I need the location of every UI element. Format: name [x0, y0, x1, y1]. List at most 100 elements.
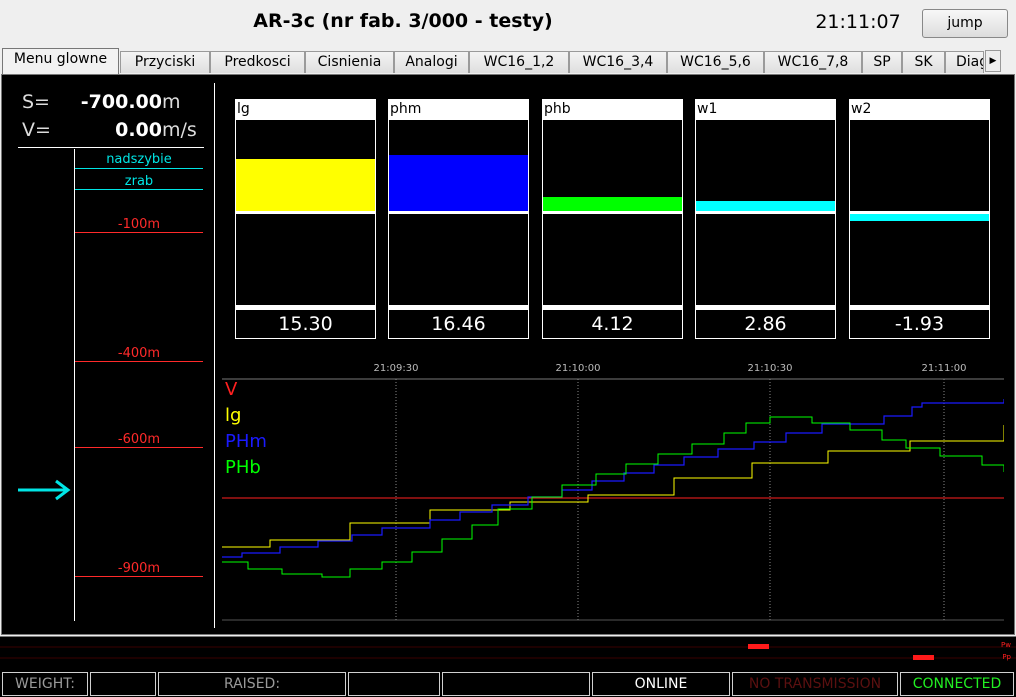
legend-phm: PHm — [225, 431, 267, 452]
s-row: S= -700.00 m — [22, 91, 202, 117]
series-phm-line — [222, 399, 1005, 558]
gauge-phm: phm 16.46 — [388, 99, 529, 339]
gauge-zero-line — [543, 211, 682, 214]
v-label: V= — [22, 119, 51, 141]
level-label: zrab — [124, 174, 154, 189]
series-lg-line — [222, 425, 1005, 548]
level-line — [75, 361, 203, 362]
gauge-label: w1 — [695, 99, 836, 120]
gauge-label: lg — [235, 99, 376, 120]
gauge-label: w2 — [849, 99, 990, 120]
tab-wc16-5-6[interactable]: WC16_5,6 — [667, 51, 764, 73]
gauge-body — [542, 120, 683, 309]
gauge-fill — [236, 159, 375, 211]
chart-x-tick-label: 21:10:00 — [556, 363, 601, 374]
gauge-value: -1.93 — [849, 309, 990, 339]
tab-wc16-1-2[interactable]: WC16_1,2 — [469, 51, 569, 73]
gauge-value: 16.46 — [388, 309, 529, 339]
level-line — [75, 576, 203, 577]
cage-position-arrow-icon — [16, 479, 72, 505]
s-unit: m — [162, 91, 181, 113]
weight-label: WEIGHT: — [2, 672, 88, 696]
level-label: nadszybie — [106, 152, 172, 167]
connected-indicator: CONNECTED — [900, 672, 1014, 696]
series-phb-line — [222, 416, 1005, 578]
v-unit: m/s — [162, 119, 197, 141]
gauge-w1: w1 2.86 — [695, 99, 836, 339]
gauge-lg: lg 15.30 — [235, 99, 376, 339]
level-label: -100m — [117, 217, 161, 232]
tab-wc16-3-4[interactable]: WC16_3,4 — [569, 51, 667, 73]
status-bar: WEIGHT: RAISED: ONLINE NO TRANSMISSION C… — [0, 671, 1016, 697]
gauge-zero-line — [850, 211, 989, 214]
gauge-body — [695, 120, 836, 309]
tab-cisnienia[interactable]: Cisnienia — [305, 51, 394, 73]
status-spacer — [442, 672, 590, 696]
tab-diagn[interactable]: Diagn — [945, 51, 984, 73]
tab-sk[interactable]: SK — [902, 51, 945, 73]
gauge-value: 4.12 — [542, 309, 683, 339]
title-bar: AR-3c (nr fab. 3/000 - testy) 21:11:07 j… — [0, 0, 1016, 46]
gauge-w2: w2 -1.93 — [849, 99, 990, 339]
tab-scroll-right-icon[interactable]: ▶ — [985, 50, 1001, 72]
legend-v: V — [225, 379, 238, 400]
level-line — [75, 168, 203, 169]
level-label: -600m — [117, 432, 161, 447]
chart-x-tick-label: 21:11:00 — [922, 363, 967, 374]
clock: 21:11:07 — [815, 11, 901, 33]
weight-value — [90, 672, 156, 696]
tab-wc16-7-8[interactable]: WC16_7,8 — [764, 51, 862, 73]
trend-chart: 21:09:30 21:10:00 21:10:30 21:11:00 V lg PH… — [222, 357, 1005, 627]
tab-przyciski[interactable]: Przyciski — [120, 51, 210, 73]
strip-label-pp: Pp — [1002, 653, 1011, 661]
legend-lg: lg — [225, 405, 242, 426]
gauge-value: 15.30 — [235, 309, 376, 339]
jump-button[interactable]: jump — [922, 9, 1008, 38]
chart-x-tick-label: 21:09:30 — [374, 363, 419, 374]
panel-divider — [214, 83, 215, 628]
raised-value — [348, 672, 440, 696]
gauge-phb: phb 4.12 — [542, 99, 683, 339]
signal-strip: Pw Pp — [0, 636, 1016, 671]
gauge-fill — [389, 155, 528, 211]
readout-divider — [18, 147, 204, 148]
s-label: S= — [22, 91, 50, 113]
level-label: -900m — [117, 561, 161, 576]
trend-chart-svg: 21:09:30 21:10:00 21:10:30 21:11:00 — [222, 363, 1005, 621]
legend-phb: PHb — [225, 457, 261, 478]
tab-menu-glowne[interactable]: Menu glowne — [2, 48, 119, 74]
signal-strip-svg — [0, 644, 1016, 660]
gauge-zero-line — [389, 211, 528, 214]
gauge-body — [388, 120, 529, 309]
online-indicator: ONLINE — [592, 672, 730, 696]
tab-analogi[interactable]: Analogi — [394, 51, 469, 73]
no-transmission-indicator: NO TRANSMISSION — [732, 672, 898, 696]
signal-pp-marker — [913, 655, 934, 660]
v-row: V= 0.00 m/s — [22, 119, 202, 145]
v-value: 0.00 — [115, 119, 162, 141]
raised-label: RAISED: — [158, 672, 346, 696]
gauge-fill — [696, 201, 835, 211]
strip-label-pw: Pw — [1001, 641, 1011, 649]
gauge-body — [235, 120, 376, 309]
gauge-fill — [850, 214, 989, 221]
gauge-label: phb — [542, 99, 683, 120]
gauge-zero-line — [236, 211, 375, 214]
level-line — [75, 189, 203, 190]
level-line — [75, 447, 203, 448]
signal-pw-marker — [748, 644, 769, 649]
chart-x-tick-label: 21:10:30 — [748, 363, 793, 374]
level-line — [75, 232, 203, 233]
tab-bar: Menu glowne Przyciski Predkosci Cisnieni… — [0, 48, 1016, 74]
level-label: -400m — [117, 346, 161, 361]
tab-predkosci[interactable]: Predkosci — [210, 51, 305, 73]
tab-sp[interactable]: SP — [862, 51, 902, 73]
gauge-value: 2.86 — [695, 309, 836, 339]
gauge-label: phm — [388, 99, 529, 120]
gauge-body — [849, 120, 990, 309]
app-window: AR-3c (nr fab. 3/000 - testy) 21:11:07 j… — [0, 0, 1016, 697]
gauge-fill — [543, 197, 682, 211]
device-title: AR-3c (nr fab. 3/000 - testy) — [253, 10, 553, 32]
gauge-zero-line — [696, 211, 835, 214]
s-value: -700.00 — [80, 91, 162, 113]
